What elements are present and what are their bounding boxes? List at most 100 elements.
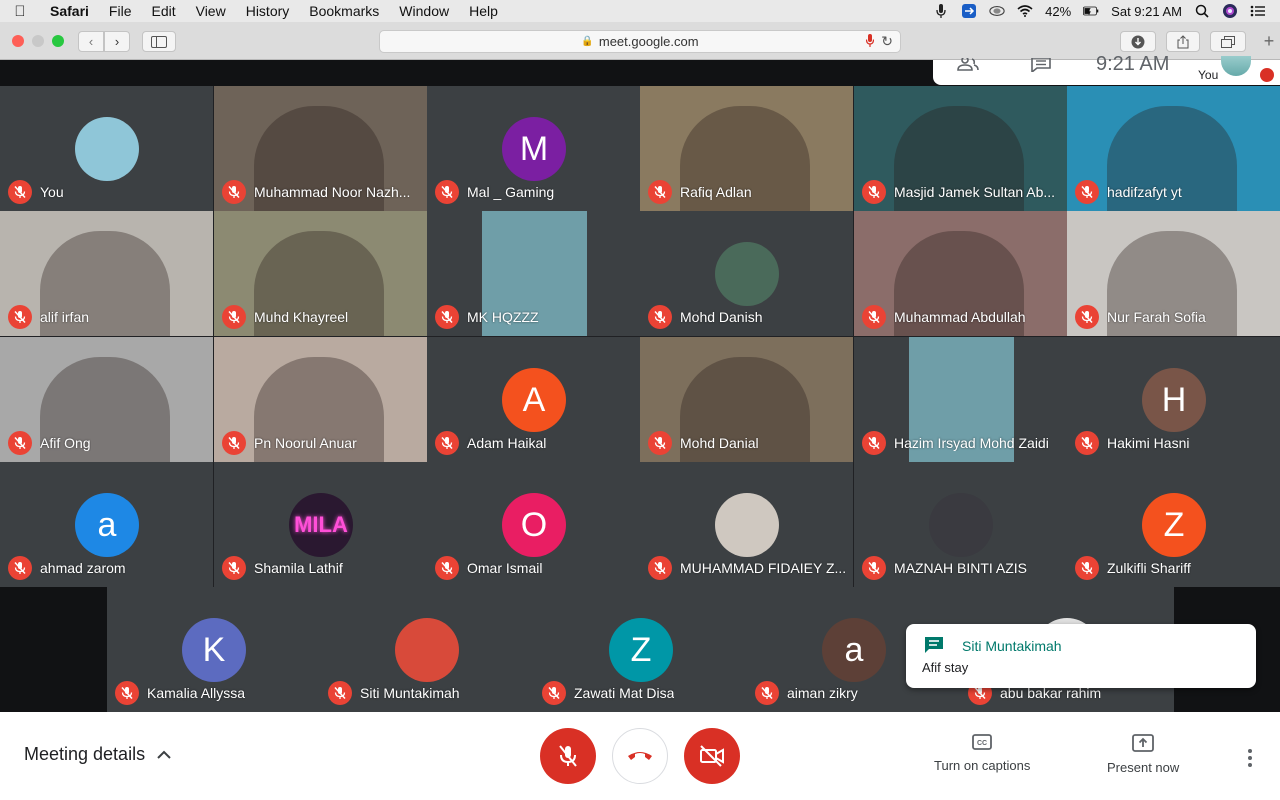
mic-in-use-icon[interactable]: [865, 34, 875, 50]
participant-tile[interactable]: Muhammad Abdullah: [854, 211, 1067, 336]
close-window-button[interactable]: [12, 35, 24, 47]
participant-tile[interactable]: MAZNAH BINTI AZIS: [854, 462, 1067, 587]
mic-muted-icon: [648, 431, 672, 455]
lock-icon: 🔒: [581, 36, 594, 47]
participant-tile[interactable]: Muhd Khayreel: [214, 211, 427, 336]
mic-muted-icon: [435, 305, 459, 329]
participant-tile[interactable]: You: [0, 86, 213, 211]
chevron-left-icon: ‹: [88, 34, 94, 49]
siri-icon[interactable]: [1222, 4, 1238, 18]
participant-tile[interactable]: Muhammad Noor Nazh...: [214, 86, 427, 211]
mic-muted-icon: [862, 431, 886, 455]
zoom-window-button[interactable]: [52, 35, 64, 47]
chat-icon[interactable]: [1031, 57, 1051, 76]
participant-tile[interactable]: Rafiq Adlan: [640, 86, 853, 211]
people-icon[interactable]: [957, 56, 979, 76]
participant-tile[interactable]: Masjid Jamek Sultan Ab...: [854, 86, 1067, 211]
address-bar[interactable]: 🔒 meet.google.com ↻: [379, 30, 901, 53]
participant-tile[interactable]: MILA Shamila Lathif: [214, 462, 427, 587]
mic-muted-icon: [328, 681, 352, 705]
participant-tile[interactable]: Siti Muntakimah: [320, 587, 534, 712]
participant-tile[interactable]: K Kamalia Allyssa: [107, 587, 321, 712]
chat-notification[interactable]: Siti Muntakimah Afif stay: [906, 624, 1256, 688]
menu-file[interactable]: File: [99, 3, 142, 19]
control-center-icon[interactable]: [1250, 4, 1266, 18]
meeting-details-button[interactable]: Meeting details: [24, 744, 171, 765]
participant-tile[interactable]: MUHAMMAD FIDAIEY Z...: [640, 462, 853, 587]
participant-name-row: Afif Ong: [8, 431, 91, 455]
participant-avatar: [75, 117, 139, 181]
mic-muted-icon: [1075, 556, 1099, 580]
tab-overview-button[interactable]: [1210, 31, 1246, 52]
participant-tile[interactable]: Mohd Danish: [640, 211, 853, 336]
participant-name-row: Muhammad Noor Nazh...: [222, 180, 410, 204]
battery-charging-icon[interactable]: [1083, 4, 1099, 18]
menu-help[interactable]: Help: [459, 3, 508, 19]
present-now-button[interactable]: Present now: [1107, 734, 1179, 775]
mic-status-icon[interactable]: [933, 4, 949, 18]
downloads-button[interactable]: [1120, 31, 1156, 52]
participant-tile[interactable]: Nur Farah Sofia: [1067, 211, 1280, 336]
mic-muted-icon: [648, 556, 672, 580]
forward-button[interactable]: ›: [104, 31, 130, 52]
url-text: meet.google.com: [598, 34, 699, 49]
captions-button[interactable]: CC Turn on captions: [934, 734, 1030, 773]
participant-tile[interactable]: alif irfan: [0, 211, 213, 336]
participant-name: Hakimi Hasni: [1107, 435, 1190, 451]
self-view-panel[interactable]: 9:21 AM You: [933, 53, 1280, 85]
participant-name: hadifzafyt yt: [1107, 184, 1182, 200]
participant-tile[interactable]: Mohd Danial: [640, 337, 853, 462]
reload-icon[interactable]: ↻: [881, 33, 893, 50]
participant-tile[interactable]: a ahmad zarom: [0, 462, 213, 587]
participant-name: Muhammad Noor Nazh...: [254, 184, 411, 200]
teamviewer-icon[interactable]: [961, 4, 977, 18]
mic-muted-icon: [8, 556, 32, 580]
sidebar-icon: [151, 35, 167, 48]
back-button[interactable]: ‹: [78, 31, 104, 52]
present-screen-icon: [1132, 734, 1155, 752]
participant-tile[interactable]: M Mal _ Gaming: [427, 86, 640, 211]
participant-tile[interactable]: Pn Noorul Anuar: [214, 337, 427, 462]
more-options-button[interactable]: [1240, 748, 1260, 768]
participant-name-row: Omar Ismail: [435, 556, 542, 580]
apple-icon[interactable]: : [0, 3, 40, 20]
participant-tile[interactable]: H Hakimi Hasni: [1067, 337, 1280, 462]
toggle-camera-button[interactable]: [684, 728, 740, 784]
cloud-sync-icon[interactable]: [989, 4, 1005, 18]
participant-tile[interactable]: A Adam Haikal: [427, 337, 640, 462]
participant-tile[interactable]: Z Zulkifli Shariff: [1067, 462, 1280, 587]
participant-tile[interactable]: hadifzafyt yt: [1067, 86, 1280, 211]
wifi-icon[interactable]: [1017, 4, 1033, 18]
mic-muted-icon: [222, 305, 246, 329]
tabs-icon: [1221, 35, 1235, 48]
menu-edit[interactable]: Edit: [141, 3, 185, 19]
hang-up-icon: [628, 752, 652, 760]
menubar-clock[interactable]: Sat 9:21 AM: [1111, 4, 1182, 19]
menu-view[interactable]: View: [186, 3, 236, 19]
participant-tile[interactable]: Afif Ong: [0, 337, 213, 462]
participant-tile[interactable]: Z Zawati Mat Disa: [534, 587, 748, 712]
participant-avatar: Z: [1142, 493, 1206, 557]
participant-tile[interactable]: O Omar Ismail: [427, 462, 640, 587]
participant-name-row: Kamalia Allyssa: [115, 681, 245, 705]
new-tab-button[interactable]: +: [1258, 31, 1280, 52]
menu-bookmarks[interactable]: Bookmarks: [299, 3, 389, 19]
leave-call-button[interactable]: [612, 728, 668, 784]
toggle-mic-button[interactable]: [540, 728, 596, 784]
share-button[interactable]: [1166, 31, 1200, 52]
participant-tile[interactable]: Hazim Irsyad Mohd Zaidi: [854, 337, 1067, 462]
menu-safari[interactable]: Safari: [40, 3, 99, 19]
spotlight-search-icon[interactable]: [1194, 4, 1210, 18]
menu-history[interactable]: History: [236, 3, 300, 19]
captions-label: Turn on captions: [934, 758, 1031, 773]
safari-toolbar: ‹ › 🔒 meet.google.com ↻ +: [0, 22, 1280, 60]
chat-message: Afif stay: [922, 660, 969, 675]
participant-name: MK HQZZZ: [467, 309, 539, 325]
participant-name-row: MUHAMMAD FIDAIEY Z...: [648, 556, 846, 580]
sidebar-toggle-button[interactable]: [142, 31, 176, 52]
mic-muted-icon: [8, 431, 32, 455]
minimize-window-button[interactable]: [32, 35, 44, 47]
participant-tile[interactable]: MK HQZZZ: [427, 211, 640, 336]
participant-name: Muhd Khayreel: [254, 309, 349, 325]
menu-window[interactable]: Window: [389, 3, 459, 19]
